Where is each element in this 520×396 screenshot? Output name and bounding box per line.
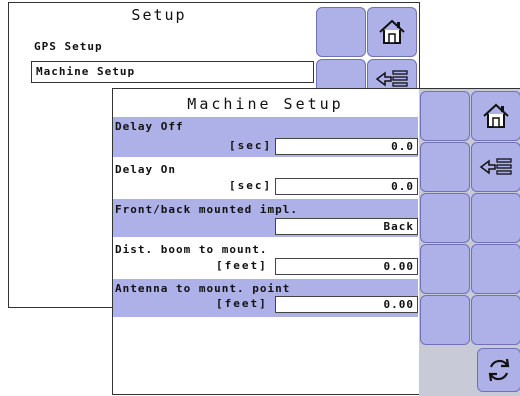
refresh-button[interactable] [477,348,520,392]
side-button-1[interactable] [420,91,470,141]
unit-label: [sec] [229,179,273,192]
back-button[interactable] [471,142,520,192]
side-button-column [419,89,520,396]
side-button-7[interactable] [420,295,470,345]
dialog-title: Machine Setup [187,95,344,113]
row-label: Dist. boom to mount. [115,243,268,256]
menu-item-gps-setup[interactable]: GPS Setup [34,40,103,53]
setup-title: Setup [131,6,187,24]
unit-label: [feet] [216,297,268,310]
back-arrow-list-icon [375,70,408,87]
menu-item-machine-setup[interactable]: Machine Setup [31,61,314,83]
row-label: Delay Off [115,120,184,133]
row-label: Antenna to mount. point [115,282,291,295]
row-label: Front/back mounted impl. [115,203,298,216]
unit-label: [sec] [229,139,273,152]
side-button-3[interactable] [420,193,470,243]
side-button-5[interactable] [420,244,470,294]
home-button[interactable] [471,91,520,141]
settings-row-dist-boom-to-mount[interactable]: Dist. boom to mount. [feet] 0.00 [113,241,418,277]
setup-side-button-1[interactable] [316,7,366,57]
row-label: Delay On [115,163,176,176]
antenna-to-mount-point-input[interactable]: 0.00 [275,296,418,313]
unit-label: [feet] [216,259,268,272]
delay-off-input[interactable]: 0.0 [275,138,418,155]
side-button-2[interactable] [420,142,470,192]
dist-boom-to-mount-input[interactable]: 0.00 [275,258,418,275]
settings-row-antenna-to-mount-point[interactable]: Antenna to mount. point [feet] 0.00 [113,279,418,317]
side-button-8[interactable] [471,295,520,345]
settings-row-delay-on[interactable]: Delay On [sec] 0.0 [113,160,418,196]
back-arrow-list-icon [479,158,512,175]
setup-home-button[interactable] [367,7,417,57]
delay-on-input[interactable]: 0.0 [275,178,418,195]
home-icon [483,103,509,128]
refresh-icon [488,358,510,382]
side-button-6[interactable] [471,244,520,294]
front-back-mounted-select[interactable]: Back [275,218,418,235]
machine-setup-dialog: Machine Setup Delay Off [sec] 0.0 Delay … [112,88,520,396]
side-button-4[interactable] [471,193,520,243]
settings-row-delay-off[interactable]: Delay Off [sec] 0.0 [113,117,418,157]
home-icon [379,19,405,44]
menu-item-machine-setup-label: Machine Setup [36,65,136,78]
settings-row-front-back-mounted[interactable]: Front/back mounted impl. Back [113,199,418,237]
